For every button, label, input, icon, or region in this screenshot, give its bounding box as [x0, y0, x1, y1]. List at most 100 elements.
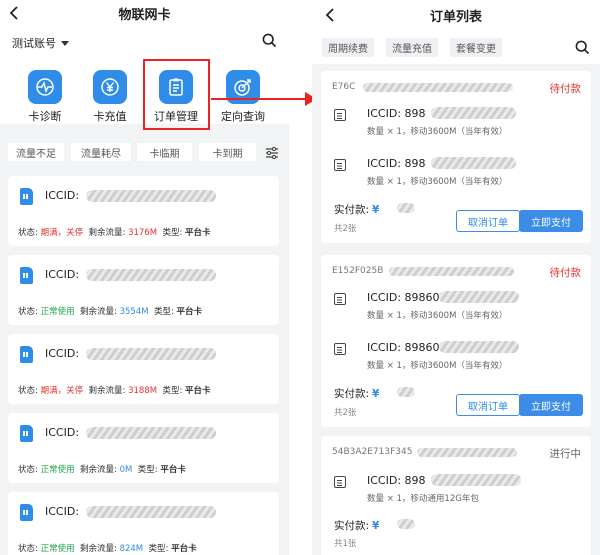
item-iccid: ICCID: 898 [367, 107, 426, 120]
filter-settings-button[interactable] [265, 145, 279, 164]
sim-card-icon [20, 346, 33, 363]
iccid-redacted [86, 190, 216, 202]
card-item[interactable]: ICCID: 状态: 期满，关停 剩余流量: 3188M 类型: 平台卡 [8, 334, 279, 404]
item-iccid: ICCID: 89860 [367, 291, 440, 304]
search-icon [575, 40, 590, 55]
item-iccid: ICCID: 898 [367, 474, 426, 487]
order-card[interactable]: 54B3A2E713F345 进行中 ICCID: 898 数量 × 1，移动通… [321, 436, 591, 555]
card-item[interactable]: ICCID: 状态: 正常使用 剩余流量: 3554M 类型: 平台卡 [8, 255, 279, 325]
order-status: 进行中 [549, 448, 582, 460]
filter-near-expiry[interactable]: 卡临期 [137, 143, 192, 161]
iccid-redacted [86, 348, 216, 360]
card-remaining-data: 824M [119, 544, 144, 554]
item-description: 数量 × 1，移动3600M（当年有效） [367, 127, 508, 137]
function-label: 卡充值 [93, 110, 127, 123]
card-recharge-button[interactable]: 卡充值 [75, 70, 145, 124]
document-icon [334, 343, 346, 355]
card-info: 状态: 正常使用 剩余流量: 824M 类型: 平台卡 [18, 544, 197, 554]
cancel-order-button[interactable]: 取消订单 [456, 210, 520, 232]
card-iccid-label: ICCID: [45, 426, 80, 439]
iccid-redacted [86, 506, 216, 518]
currency-symbol: ¥ [372, 388, 380, 400]
document-icon [334, 293, 346, 305]
sim-card-icon [20, 504, 33, 521]
document-icon [334, 476, 346, 488]
card-item[interactable]: ICCID: 状态: 正常使用 剩余流量: 824M 类型: 平台卡 [8, 492, 279, 555]
yen-coin-icon [93, 70, 127, 104]
card-item[interactable]: ICCID: 状态: 正常使用 剩余流量: 0M 类型: 平台卡 [8, 413, 279, 483]
filter-data-exhausted[interactable]: 流量耗尽 [71, 143, 131, 161]
card-info: 状态: 正常使用 剩余流量: 0M 类型: 平台卡 [18, 465, 186, 475]
card-count: 共2张 [334, 408, 357, 418]
amount-redacted [397, 203, 415, 213]
card-remaining-data: 0M [119, 465, 133, 475]
function-label: 卡诊断 [28, 110, 62, 123]
iccid-redacted [86, 269, 216, 281]
card-type: 平台卡 [185, 228, 211, 238]
search-icon [262, 33, 277, 48]
order-card[interactable]: E76C 待付款 ICCID: 898 数量 × 1，移动3600M（当年有效）… [321, 71, 591, 243]
card-remaining-data: 3188M [128, 386, 158, 396]
order-number-redacted [417, 448, 517, 457]
card-status: 期满，关停 [40, 228, 84, 238]
currency-symbol: ¥ [372, 520, 380, 532]
card-type: 平台卡 [185, 386, 211, 396]
card-item[interactable]: ICCID: 状态: 期满，关停 剩余流量: 3176M 类型: 平台卡 [8, 176, 279, 246]
card-status: 正常使用 [40, 307, 75, 317]
page-title: 订单列表 [429, 10, 482, 25]
card-remaining-data: 3176M [128, 228, 158, 238]
card-info: 状态: 正常使用 剩余流量: 3554M 类型: 平台卡 [18, 307, 203, 317]
card-iccid-label: ICCID: [45, 347, 80, 360]
item-description: 数量 × 1，移动3600M（当年有效） [367, 177, 508, 187]
tab-renewal[interactable]: 周期续费 [322, 38, 374, 57]
card-type: 平台卡 [176, 307, 203, 317]
card-iccid-label: ICCID: [45, 189, 80, 202]
tab-data-recharge[interactable]: 流量充值 [386, 38, 438, 57]
filter-bar: 流量不足 流量耗尽 卡临期 卡到期 [0, 140, 289, 166]
card-iccid-label: ICCID: [45, 505, 80, 518]
card-status: 期满，关停 [40, 386, 84, 396]
order-status: 待付款 [549, 83, 582, 95]
document-icon [334, 109, 346, 121]
amount-redacted [397, 387, 415, 397]
account-selector[interactable]: 测试账号 [12, 35, 69, 51]
item-description: 数量 × 1，移动3600M（当年有效） [367, 361, 508, 371]
sim-card-icon [20, 425, 33, 442]
diagnose-icon [28, 70, 62, 104]
function-label: 定向查询 [221, 110, 265, 123]
pay-now-button[interactable]: 立即支付 [519, 210, 583, 232]
card-count: 共1张 [334, 539, 357, 549]
tab-plan-change[interactable]: 套餐变更 [450, 38, 502, 57]
item-description: 数量 × 1，移动通用12G年包 [367, 494, 479, 504]
card-diagnose-button[interactable]: 卡诊断 [10, 70, 80, 124]
order-number: 54B3A2E713F345 [332, 447, 413, 457]
order-list-header: 订单列表 周期续费 流量充值 套餐变更 [312, 0, 600, 64]
card-info: 状态: 期满，关停 剩余流量: 3188M 类型: 平台卡 [18, 386, 211, 396]
order-card[interactable]: E152F025B 待付款 ICCID: 89860 数量 × 1，移动3600… [321, 255, 591, 427]
iccid-redacted [86, 427, 216, 439]
search-button[interactable] [262, 33, 277, 52]
paid-amount: 实付款: ¥ [334, 204, 380, 216]
filter-expired[interactable]: 卡到期 [199, 143, 256, 161]
order-number: E76C [332, 82, 356, 92]
item-description: 数量 × 1，移动3600M（当年有效） [367, 311, 508, 321]
targeted-query-button[interactable]: 定向查询 [208, 70, 278, 124]
cancel-order-button[interactable]: 取消订单 [456, 394, 520, 416]
pay-now-button[interactable]: 立即支付 [519, 394, 583, 416]
page-title: 物联网卡 [118, 8, 171, 23]
card-count: 共2张 [334, 224, 357, 234]
card-remaining-data: 3554M [119, 307, 149, 317]
sim-card-icon [20, 188, 33, 205]
card-info: 状态: 期满，关停 剩余流量: 3176M 类型: 平台卡 [18, 228, 211, 238]
paid-amount: 实付款: ¥ [334, 520, 380, 532]
annotation-arrow [211, 98, 307, 100]
order-number-redacted [389, 267, 514, 276]
search-button[interactable] [575, 40, 590, 59]
currency-symbol: ¥ [372, 204, 380, 216]
filter-low-data[interactable]: 流量不足 [8, 143, 64, 161]
sliders-icon [266, 146, 278, 160]
sim-card-icon [20, 267, 33, 284]
iccid-redacted [431, 157, 516, 169]
card-status: 正常使用 [40, 465, 75, 475]
iccid-redacted [439, 341, 519, 353]
